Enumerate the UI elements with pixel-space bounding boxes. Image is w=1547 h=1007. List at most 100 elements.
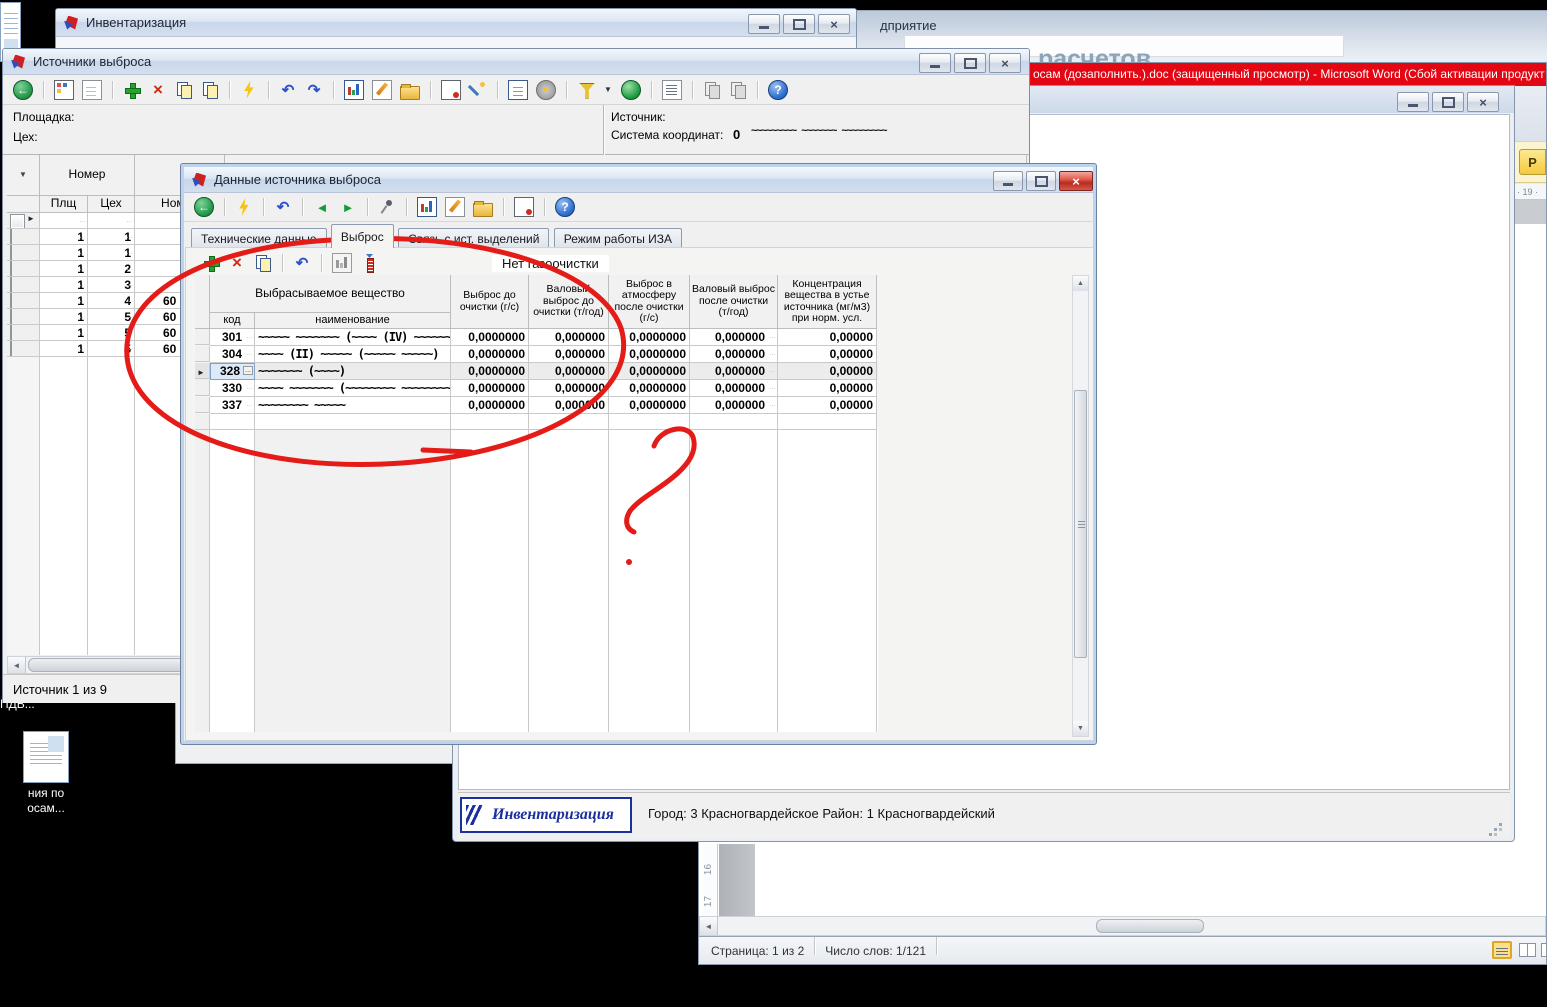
emission-vertical-scrollbar[interactable]: ▲ ▼ bbox=[1072, 275, 1089, 737]
edit-document-icon[interactable] bbox=[445, 197, 465, 217]
column-after-ty[interactable]: Валовый выброс после очистки (т/год) bbox=[690, 275, 778, 329]
copy-page-icon[interactable] bbox=[703, 81, 721, 99]
filter-icon[interactable] bbox=[577, 81, 595, 99]
word-status-bar: Страница: 1 из 2 Число слов: 1/121 bbox=[699, 936, 1546, 964]
copy-substance-icon[interactable] bbox=[254, 254, 272, 272]
help-icon[interactable]: ? bbox=[768, 80, 788, 100]
row-checkbox[interactable] bbox=[10, 277, 12, 293]
maximize-button[interactable] bbox=[783, 14, 815, 34]
header-dropdown-icon[interactable]: ▼ bbox=[19, 169, 27, 181]
back-icon[interactable]: ← bbox=[194, 197, 214, 217]
help-icon[interactable]: ? bbox=[555, 197, 575, 217]
tab-emission[interactable]: Выброс bbox=[331, 224, 394, 248]
filter-dropdown-icon[interactable]: ▼ bbox=[603, 81, 613, 99]
row-checkbox[interactable] bbox=[10, 325, 12, 341]
row-checkbox[interactable] bbox=[10, 214, 25, 229]
emission-table[interactable]: Выбрасываемое вещество код наименование … bbox=[195, 275, 878, 732]
undo-icon[interactable]: ↶ bbox=[293, 254, 311, 272]
close-button[interactable]: × bbox=[989, 53, 1021, 73]
undo-icon[interactable]: ↶ bbox=[279, 81, 297, 99]
column-after-gs[interactable]: Выброс в атмосферу после очистки (г/с) bbox=[609, 275, 690, 329]
scrollbar-thumb[interactable] bbox=[1074, 390, 1087, 658]
settings-icon[interactable] bbox=[536, 80, 556, 100]
view-web-icon[interactable] bbox=[1541, 943, 1547, 957]
column-before-gs[interactable]: Выброс до очистки (г/с) bbox=[451, 275, 529, 329]
maximize-button[interactable] bbox=[954, 53, 986, 73]
row-checkbox[interactable] bbox=[10, 261, 12, 277]
list-icon[interactable] bbox=[662, 80, 682, 100]
next-record-icon[interactable]: ► bbox=[339, 198, 357, 216]
row-checkbox[interactable] bbox=[10, 229, 12, 245]
prev-record-icon[interactable]: ◄ bbox=[313, 198, 331, 216]
coord-value: 0 bbox=[733, 127, 740, 142]
maximize-button[interactable] bbox=[1026, 171, 1056, 191]
export-icon[interactable] bbox=[473, 203, 493, 217]
column-shop[interactable]: Цех bbox=[88, 196, 135, 213]
word-status-page[interactable]: Страница: 1 из 2 bbox=[711, 944, 804, 958]
close-button[interactable]: × bbox=[1059, 171, 1093, 191]
desktop-doc-icon[interactable]: ния по осам... bbox=[0, 731, 92, 816]
gas-cleaning-icon[interactable] bbox=[360, 254, 378, 272]
table-row[interactable]: 304... ~~~~ (II) ~~~~~ (~~~~~ ~~~~~) 0,0… bbox=[195, 346, 878, 363]
view-reading-icon[interactable] bbox=[1519, 943, 1536, 957]
row-checkbox[interactable] bbox=[10, 293, 12, 309]
maximize-button[interactable] bbox=[1432, 92, 1464, 112]
report-icon[interactable] bbox=[344, 80, 364, 100]
scroll-up-button[interactable]: ▲ bbox=[1073, 276, 1088, 291]
paste-page-icon[interactable] bbox=[729, 81, 747, 99]
pin-icon[interactable] bbox=[378, 198, 396, 216]
minimize-button[interactable] bbox=[993, 171, 1023, 191]
row-checkbox[interactable] bbox=[10, 309, 12, 325]
minimize-button[interactable] bbox=[919, 53, 951, 73]
row-checkbox[interactable] bbox=[10, 341, 12, 357]
table-row[interactable]: 337... ~~~~~~~~ ~~~~~ 0,0000000 0,000000… bbox=[195, 397, 878, 414]
column-code[interactable]: код bbox=[210, 313, 255, 329]
column-site[interactable]: Плщ bbox=[40, 196, 88, 213]
apply-icon[interactable] bbox=[235, 198, 253, 216]
table-row[interactable]: 330... ~~~~ ~~~~~~~ (~~~~~~~~ ~~~~~~~~~~… bbox=[195, 380, 878, 397]
undo-icon[interactable]: ↶ bbox=[274, 198, 292, 216]
minimize-button[interactable] bbox=[1397, 92, 1429, 112]
scroll-left-button[interactable]: ◄ bbox=[8, 657, 26, 673]
columns-icon[interactable] bbox=[54, 80, 74, 100]
new-record-icon[interactable] bbox=[82, 80, 102, 100]
column-group-number[interactable]: Номер bbox=[40, 155, 135, 196]
close-button[interactable]: × bbox=[818, 14, 850, 34]
add-icon[interactable] bbox=[123, 81, 141, 99]
export-icon[interactable] bbox=[400, 86, 420, 100]
scroll-down-button[interactable]: ▼ bbox=[1073, 721, 1088, 736]
redo-icon[interactable]: ↷ bbox=[305, 81, 323, 99]
merge-icon[interactable] bbox=[441, 80, 461, 100]
add-substance-icon[interactable] bbox=[202, 254, 220, 272]
copy-icon[interactable] bbox=[175, 81, 193, 99]
column-before-ty[interactable]: Валовый выброс до очистки (т/год) bbox=[529, 275, 609, 329]
word-status-words[interactable]: Число слов: 1/121 bbox=[825, 944, 926, 958]
row-checkbox[interactable] bbox=[10, 245, 12, 261]
minimize-button[interactable] bbox=[748, 14, 780, 34]
table-row-selected[interactable]: ► 328 ... ~~~~~~~ (~~~~) 0,0000000 0,000… bbox=[195, 363, 878, 380]
close-button[interactable]: × bbox=[1467, 92, 1499, 112]
column-name[interactable]: наименование bbox=[255, 313, 451, 329]
resize-grip[interactable] bbox=[1499, 823, 1502, 826]
report-icon[interactable] bbox=[417, 197, 437, 217]
back-icon[interactable]: ← bbox=[13, 80, 33, 100]
table-row[interactable]: 301... ~~~~~ ~~~~~~~ (~~~~ (IV) ~~~~~~) … bbox=[195, 329, 878, 346]
column-concentration[interactable]: Концентрация вещества в устье источника … bbox=[778, 275, 877, 329]
chart-disabled-icon bbox=[332, 253, 352, 273]
apply-icon[interactable] bbox=[240, 81, 258, 99]
globe-icon[interactable] bbox=[621, 80, 641, 100]
copy-special-icon[interactable] bbox=[201, 81, 219, 99]
view-print-layout-icon[interactable] bbox=[1492, 941, 1512, 959]
wizard-icon[interactable] bbox=[469, 81, 487, 99]
scroll-left-button[interactable]: ◄ bbox=[700, 917, 718, 935]
edit-document-icon[interactable] bbox=[372, 80, 392, 100]
merge-icon[interactable] bbox=[514, 197, 534, 217]
protected-view-button[interactable]: Р bbox=[1519, 149, 1546, 175]
cell-ellipsis-button[interactable]: ... bbox=[243, 366, 253, 375]
delete-substance-icon[interactable]: × bbox=[228, 254, 246, 272]
delete-icon[interactable]: × bbox=[149, 81, 167, 99]
column-group-substance[interactable]: Выбрасываемое вещество bbox=[210, 275, 451, 313]
word-horizontal-scrollbar[interactable]: ◄ bbox=[699, 916, 1546, 936]
checklist-icon[interactable] bbox=[508, 80, 528, 100]
scrollbar-thumb[interactable] bbox=[1096, 919, 1204, 933]
